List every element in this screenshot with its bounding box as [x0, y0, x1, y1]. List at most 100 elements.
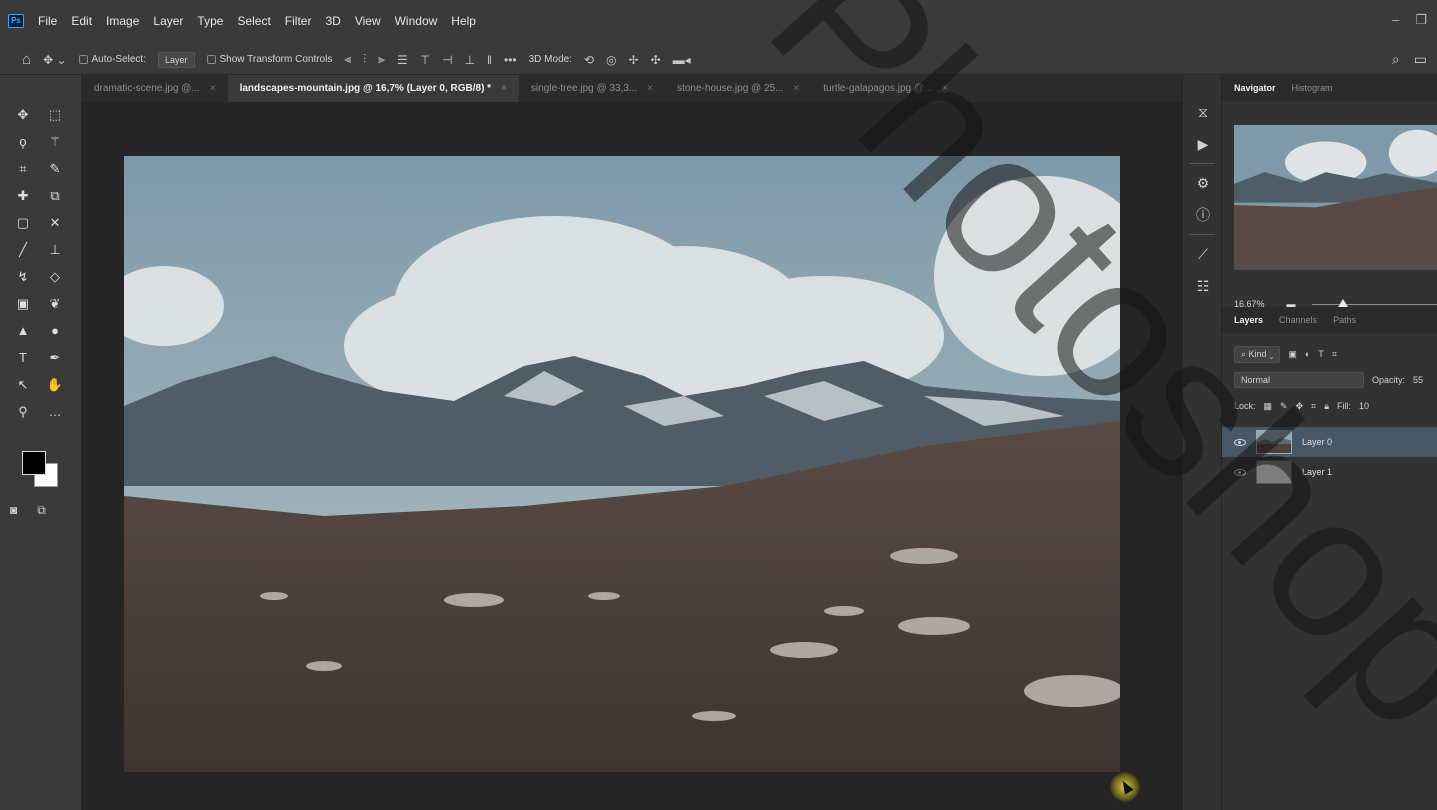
3d-orbit-icon[interactable]: ⟲: [584, 53, 594, 67]
tab-navigator[interactable]: Navigator: [1234, 83, 1276, 93]
patch-tool-icon[interactable]: ⧉: [42, 186, 68, 205]
eraser-tool-icon[interactable]: ◇: [42, 267, 68, 286]
menu-layer[interactable]: Layer: [153, 14, 183, 28]
menu-image[interactable]: Image: [106, 14, 139, 28]
opacity-value[interactable]: 55: [1413, 375, 1423, 385]
more-tools-icon[interactable]: …: [42, 402, 68, 421]
pen-tool-icon[interactable]: ✒: [42, 348, 68, 367]
auto-select-checkbox[interactable]: Auto-Select:: [78, 54, 146, 65]
close-icon[interactable]: ×: [647, 83, 653, 94]
layer-name[interactable]: Layer 1: [1302, 467, 1332, 477]
brush-tool-icon[interactable]: ╱: [10, 240, 36, 259]
content-aware-move-icon[interactable]: ✕: [42, 213, 68, 232]
menu-select[interactable]: Select: [237, 14, 270, 28]
align-top-icon[interactable]: ⊤: [420, 53, 430, 67]
layer-row[interactable]: Layer 0: [1222, 427, 1437, 457]
lock-image-icon[interactable]: ✎: [1280, 401, 1288, 412]
dodge-tool-icon[interactable]: ●: [42, 321, 68, 340]
history-icon[interactable]: ⧖: [1183, 99, 1223, 125]
hand-tool-icon[interactable]: ✋: [42, 375, 68, 394]
fill-value[interactable]: 10: [1359, 401, 1369, 411]
crop-tool-icon[interactable]: ⌗: [10, 159, 36, 178]
gradient-tool-icon[interactable]: ▣: [10, 294, 36, 313]
distribute-icon[interactable]: ☰: [397, 53, 408, 67]
more-options-icon[interactable]: •••: [504, 53, 517, 67]
align-left-icon[interactable]: ⫷: [344, 52, 351, 67]
lock-position-icon[interactable]: ✥: [1296, 401, 1304, 412]
tab-layers[interactable]: Layers: [1234, 315, 1263, 325]
3d-camera-icon[interactable]: ▬◂: [673, 53, 691, 67]
tab-histogram[interactable]: Histogram: [1292, 83, 1333, 93]
menu-file[interactable]: File: [38, 14, 57, 28]
brush-settings-icon[interactable]: ⟋: [1183, 241, 1223, 267]
type-tool-icon[interactable]: T: [10, 348, 36, 367]
tab-dramatic-scene[interactable]: dramatic-scene.jpg @... ×: [82, 75, 228, 102]
tab-stone-house[interactable]: stone-house.jpg @ 25... ×: [665, 75, 811, 102]
zoom-tool-icon[interactable]: ⚲: [10, 402, 36, 421]
close-icon[interactable]: ×: [210, 83, 216, 94]
tab-landscapes-mountain[interactable]: landscapes-mountain.jpg @ 16,7% (Layer 0…: [227, 75, 519, 102]
clone-stamp-tool-icon[interactable]: ⊥: [42, 240, 68, 259]
menu-filter[interactable]: Filter: [285, 14, 312, 28]
minimize-icon[interactable]: –: [1392, 12, 1399, 28]
close-icon[interactable]: ×: [793, 83, 799, 94]
visibility-eye-icon[interactable]: [1234, 438, 1246, 446]
menu-type[interactable]: Type: [197, 14, 223, 28]
blend-mode-dropdown[interactable]: Normal: [1234, 372, 1364, 388]
zoom-slider-handle[interactable]: [1337, 298, 1348, 307]
magic-wand-tool-icon[interactable]: ⚚: [42, 132, 68, 151]
restore-icon[interactable]: ❐: [1415, 12, 1427, 28]
layer-name[interactable]: Layer 0: [1302, 437, 1332, 447]
adjustments-icon[interactable]: ☷: [1183, 273, 1223, 299]
history-brush-tool-icon[interactable]: ↯: [10, 267, 36, 286]
move-tool-icon[interactable]: ✥ ⌄: [43, 53, 66, 67]
lock-artboard-icon[interactable]: ⌗: [1311, 401, 1316, 412]
marquee-tool-icon[interactable]: ⬚: [42, 105, 68, 124]
align-right-icon[interactable]: ⫸: [378, 52, 385, 67]
properties-icon[interactable]: ⚙: [1183, 170, 1223, 196]
3d-roll-icon[interactable]: ◎: [606, 53, 616, 67]
info-icon[interactable]: ⓘ: [1183, 202, 1223, 228]
close-icon[interactable]: ×: [501, 83, 507, 94]
align-center-icon[interactable]: ⫶: [363, 52, 366, 67]
lock-transparent-icon[interactable]: ▦: [1264, 401, 1273, 412]
align-bottom-icon[interactable]: ⊥: [465, 53, 475, 67]
canvas-area[interactable]: [82, 102, 1182, 810]
tab-channels[interactable]: Channels: [1279, 315, 1317, 325]
home-icon[interactable]: ⌂: [22, 51, 31, 68]
sharpen-tool-icon[interactable]: ▲: [10, 321, 36, 340]
menu-edit[interactable]: Edit: [71, 14, 92, 28]
show-transform-checkbox[interactable]: Show Transform Controls: [206, 54, 332, 65]
lock-all-icon[interactable]: 🔒︎: [1324, 401, 1329, 412]
menu-3d[interactable]: 3D: [325, 14, 340, 28]
auto-select-dropdown[interactable]: Layer: [158, 51, 195, 68]
workspace-icon[interactable]: ▭: [1414, 51, 1427, 68]
filter-pixel-icon[interactable]: ▣: [1288, 349, 1297, 360]
frame-tool-icon[interactable]: ▢: [10, 213, 36, 232]
filter-adjustment-icon[interactable]: ◐: [1305, 349, 1310, 359]
menu-window[interactable]: Window: [395, 14, 438, 28]
search-icon[interactable]: ⌕: [1392, 51, 1400, 68]
document-canvas[interactable]: [124, 156, 1120, 772]
align-middle-icon[interactable]: ⊣: [442, 53, 452, 67]
lasso-tool-icon[interactable]: ϙ: [10, 132, 36, 151]
3d-pan-icon[interactable]: ✢: [629, 53, 639, 67]
layer-row[interactable]: Layer 1: [1222, 457, 1437, 487]
distribute-vertical-icon[interactable]: ‖: [487, 53, 492, 67]
menu-view[interactable]: View: [355, 14, 381, 28]
tab-single-tree[interactable]: single-tree.jpg @ 33,3... ×: [519, 75, 665, 102]
filter-type-icon[interactable]: T: [1318, 349, 1324, 359]
eyedropper-tool-icon[interactable]: ✎: [42, 159, 68, 178]
filter-shape-icon[interactable]: ⌗: [1332, 349, 1337, 360]
tab-paths[interactable]: Paths: [1333, 315, 1356, 325]
actions-play-icon[interactable]: ▶: [1183, 131, 1223, 157]
healing-brush-tool-icon[interactable]: ✚: [10, 186, 36, 205]
navigator-preview[interactable]: [1234, 125, 1437, 270]
foreground-color-swatch[interactable]: [22, 451, 46, 475]
3d-slide-icon[interactable]: ✣: [651, 53, 661, 67]
close-icon[interactable]: ×: [942, 83, 948, 94]
blur-tool-icon[interactable]: ❦: [42, 294, 68, 313]
tab-turtle-galapagos[interactable]: turtle-galapagos.jpg @... ×: [811, 75, 960, 102]
menu-help[interactable]: Help: [451, 14, 476, 28]
quick-mask-icon[interactable]: ◙: [10, 503, 17, 518]
